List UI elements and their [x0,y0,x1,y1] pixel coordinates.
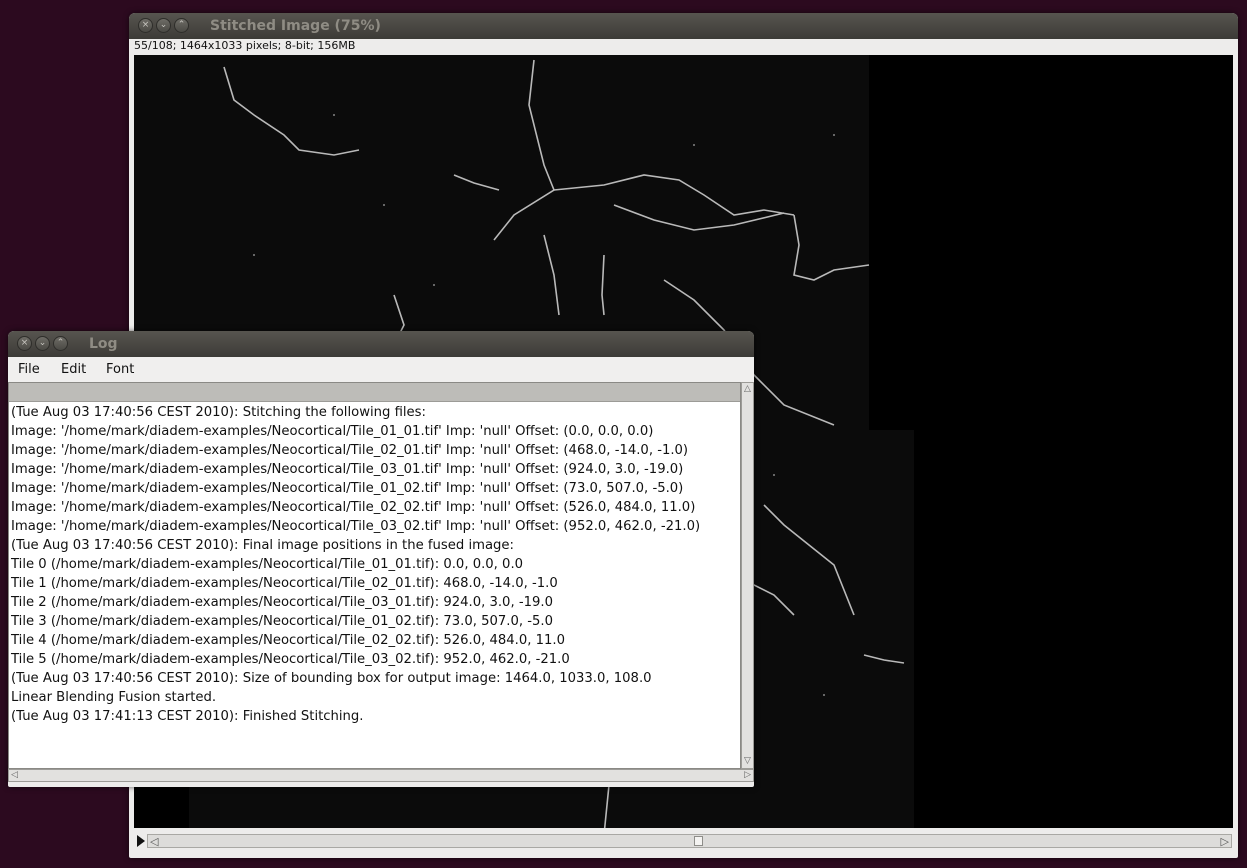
menu-file[interactable]: File [18,362,40,377]
log-line: Linear Blending Fusion started. [11,690,217,705]
scroll-down-icon[interactable]: ▽ [744,757,751,766]
log-line: Tile 4 (/home/mark/diadem-examples/Neoco… [11,633,565,648]
log-line: Tile 1 (/home/mark/diadem-examples/Neoco… [11,576,558,591]
log-line: Image: '/home/mark/diadem-examples/Neoco… [11,481,684,496]
image-info-text: 55/108; 1464x1033 pixels; 8-bit; 156MB [134,39,356,52]
minimize-icon[interactable]: ⌄ [156,18,171,33]
maximize-icon[interactable]: ⌃ [174,18,189,33]
log-horizontal-scrollbar[interactable]: ◁ ▷ [8,769,754,782]
image-window-titlebar[interactable]: × ⌄ ⌃ Stitched Image (75%) [129,13,1238,39]
scroll-left-icon[interactable]: ◁ [11,771,18,780]
log-line: (Tue Aug 03 17:41:13 CEST 2010): Finishe… [11,709,364,724]
scroll-up-icon[interactable]: △ [744,385,751,394]
scroll-right-icon[interactable]: ▷ [744,771,751,780]
log-window-titlebar[interactable]: × ⌄ ⌃ Log [8,331,754,357]
log-menubar: File Edit Font [8,357,754,383]
image-window-title: Stitched Image (75%) [210,18,381,34]
log-window-title: Log [89,336,118,352]
log-line: Image: '/home/mark/diadem-examples/Neoco… [11,519,701,534]
slider-thumb[interactable] [694,836,704,846]
log-line: (Tue Aug 03 17:40:56 CEST 2010): Stitchi… [11,405,426,420]
log-line: Tile 2 (/home/mark/diadem-examples/Neoco… [11,595,553,610]
log-line: Tile 0 (/home/mark/diadem-examples/Neoco… [11,557,524,572]
play-icon[interactable] [137,835,145,847]
log-line: Image: '/home/mark/diadem-examples/Neoco… [11,424,654,439]
log-window: × ⌄ ⌃ Log File Edit Font (Tue Aug 03 17:… [8,331,754,787]
slider-right-arrow-icon[interactable]: ▷ [1221,836,1229,847]
log-line: Image: '/home/mark/diadem-examples/Neoco… [11,462,684,477]
log-header-bar [9,383,740,402]
log-text-area[interactable]: (Tue Aug 03 17:40:56 CEST 2010): Stitchi… [8,382,741,769]
log-line: Tile 3 (/home/mark/diadem-examples/Neoco… [11,614,553,629]
menu-font[interactable]: Font [106,362,134,377]
log-line: Image: '/home/mark/diadem-examples/Neoco… [11,500,696,515]
slider-left-arrow-icon[interactable]: ◁ [150,836,158,847]
close-icon[interactable]: × [138,18,153,33]
log-vertical-scrollbar[interactable]: △ ▽ [741,382,754,769]
maximize-icon[interactable]: ⌃ [53,336,68,351]
close-icon[interactable]: × [17,336,32,351]
log-line: (Tue Aug 03 17:40:56 CEST 2010): Final i… [11,538,514,553]
stack-slider[interactable]: ◁ ▷ [134,832,1233,850]
log-line: Tile 5 (/home/mark/diadem-examples/Neoco… [11,652,570,667]
log-line: (Tue Aug 03 17:40:56 CEST 2010): Size of… [11,671,652,686]
slider-track[interactable]: ◁ ▷ [147,834,1232,848]
log-lines: (Tue Aug 03 17:40:56 CEST 2010): Stitchi… [9,402,740,726]
log-line: Image: '/home/mark/diadem-examples/Neoco… [11,443,689,458]
minimize-icon[interactable]: ⌄ [35,336,50,351]
menu-edit[interactable]: Edit [61,362,86,377]
